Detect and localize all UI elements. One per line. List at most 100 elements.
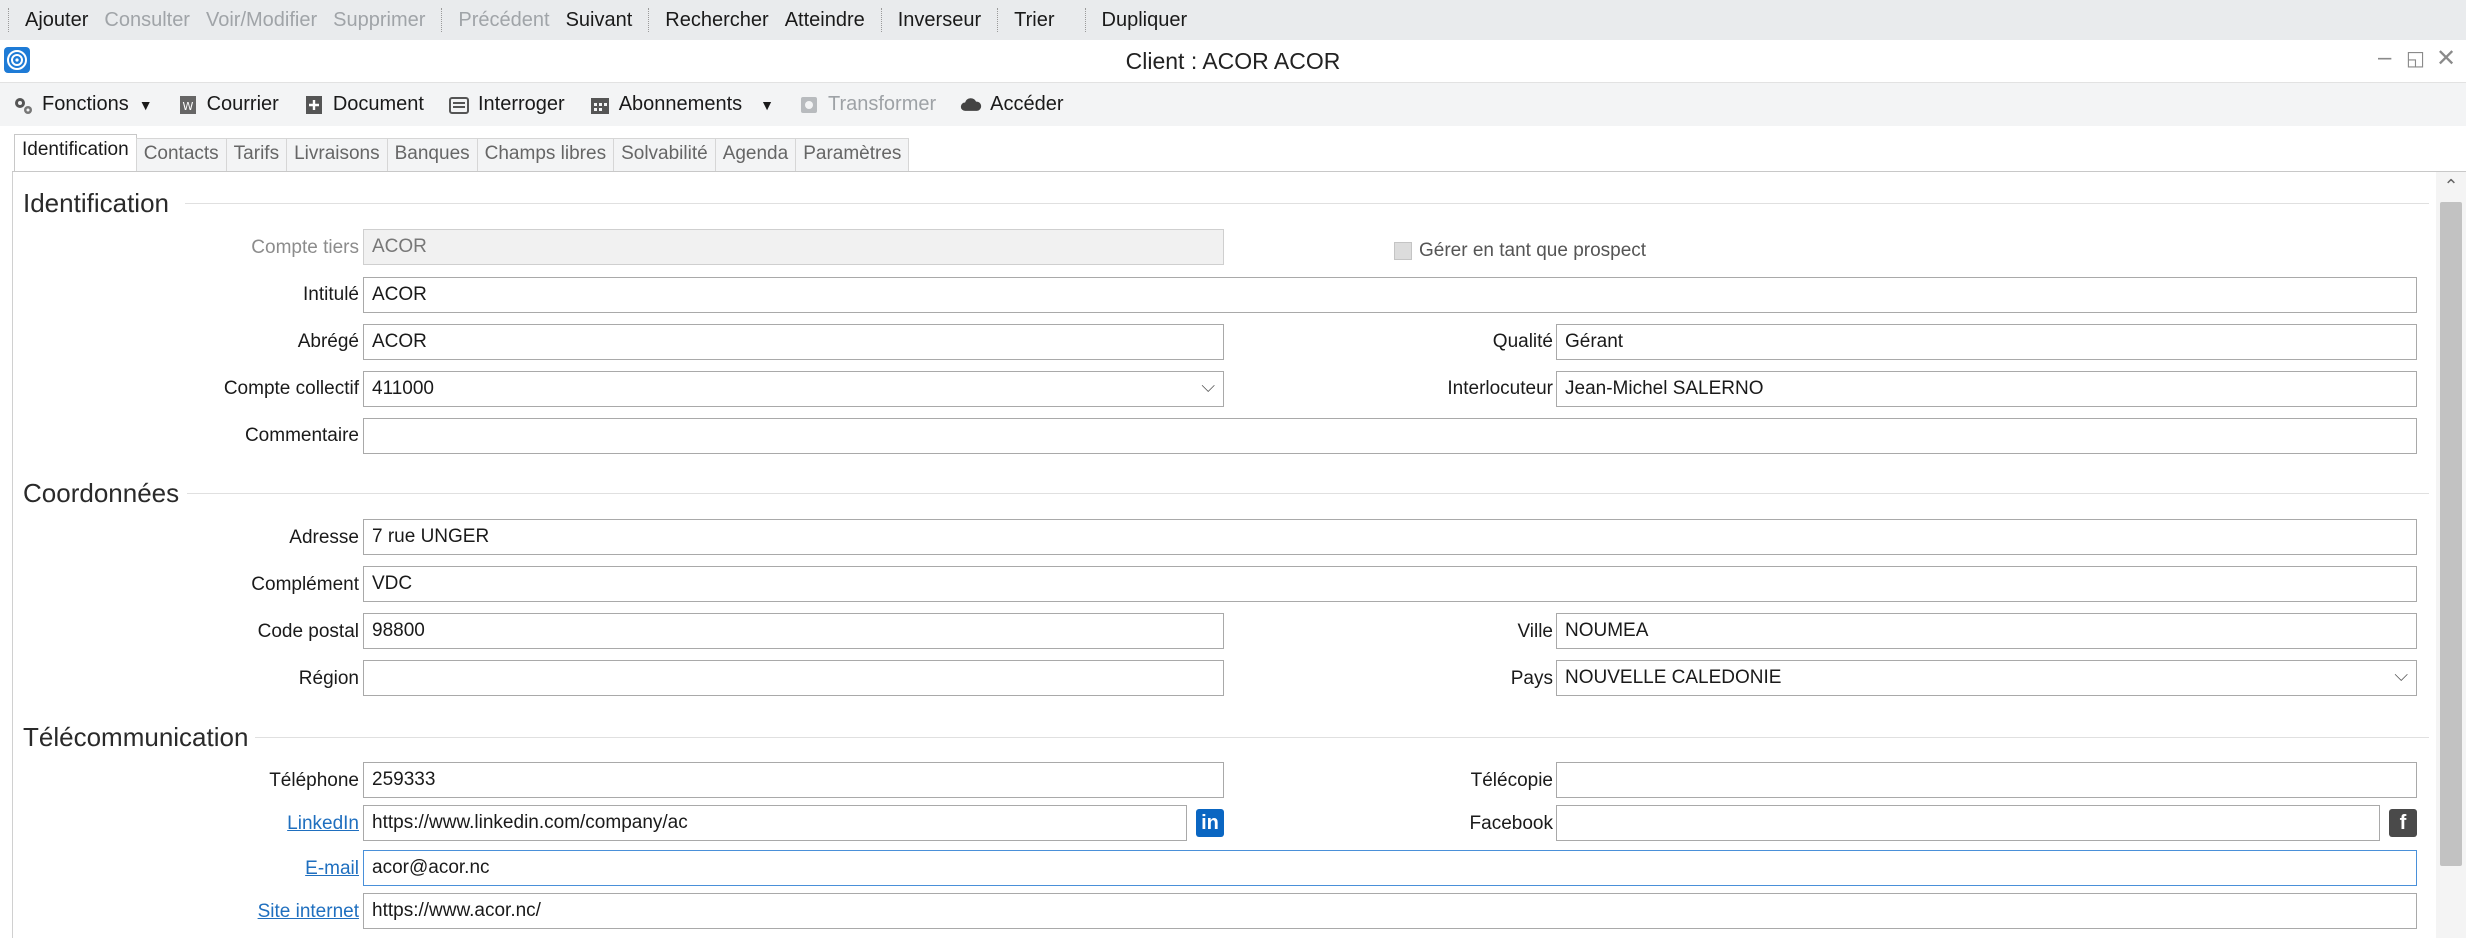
interroger-label: Interroger [477, 93, 565, 115]
document-label: Document [332, 93, 424, 115]
scroll-up-icon[interactable]: ⌃ [2440, 176, 2462, 198]
pays-select[interactable]: NOUVELLE CALEDONIE ⌵ [1556, 660, 2417, 696]
cloud-icon [960, 94, 982, 116]
ville-field[interactable]: NOUMEA [1556, 613, 2417, 649]
adresse-label: Adresse [289, 527, 359, 548]
tab-champs-libres[interactable]: Champs libres [476, 138, 615, 172]
chevron-down-icon[interactable]: ⌵ [2394, 665, 2408, 686]
ajouter-command[interactable]: Ajouter [17, 9, 96, 32]
tab-livraisons[interactable]: Livraisons [286, 138, 388, 172]
qualite-field[interactable]: Gérant [1556, 324, 2417, 360]
code-postal-label: Code postal [257, 621, 359, 642]
tab-contacts[interactable]: Contacts [135, 138, 227, 172]
fonctions-button[interactable]: Fonctions ▼ [0, 93, 165, 116]
adresse-field[interactable]: 7 rue UNGER [363, 519, 2417, 555]
telephone-field[interactable]: 259333 [363, 762, 1224, 798]
close-icon[interactable]: ✕ [2436, 44, 2456, 73]
acceder-label: Accéder [990, 93, 1064, 115]
suivant-command[interactable]: Suivant [558, 9, 641, 32]
telecopie-field[interactable] [1556, 762, 2417, 798]
compte-tiers-label: Compte tiers [251, 237, 359, 258]
telephone-label: Téléphone [269, 770, 359, 791]
section-title-telecommunication: Télécommunication [23, 722, 249, 752]
interlocuteur-field[interactable]: Jean-Michel SALERNO [1556, 371, 2417, 407]
qualite-label: Qualité [1492, 331, 1553, 352]
complement-label: Complément [251, 574, 359, 595]
complement-field[interactable]: VDC [363, 566, 2417, 602]
add-document-icon [303, 94, 325, 116]
region-field[interactable] [363, 660, 1224, 696]
separator [1084, 8, 1086, 32]
separator [880, 8, 882, 32]
tab-banques[interactable]: Banques [386, 138, 478, 172]
intitule-field[interactable]: ACOR [363, 277, 2417, 313]
trier-command[interactable]: Trier [1006, 9, 1062, 32]
linkedin-icon[interactable]: in [1196, 809, 1224, 837]
email-link[interactable]: E-mail [305, 858, 359, 880]
rechercher-command[interactable]: Rechercher [657, 9, 776, 32]
site-internet-field[interactable]: https://www.acor.nc/ [363, 893, 2417, 929]
tab-parametres[interactable]: Paramètres [795, 138, 910, 172]
acceder-button[interactable]: Accéder [948, 93, 1075, 116]
chevron-down-icon[interactable]: ⌵ [1201, 376, 1215, 397]
title-bar: Client : ACOR ACOR – ◱ ✕ [0, 40, 2466, 82]
dupliquer-command[interactable]: Dupliquer [1094, 9, 1196, 32]
commentaire-field[interactable] [363, 418, 2417, 454]
svg-text:W: W [182, 100, 193, 113]
separator [8, 8, 9, 32]
courrier-label: Courrier [206, 93, 279, 115]
ville-label: Ville [1517, 621, 1553, 642]
separator [997, 8, 999, 32]
tab-identification[interactable]: Identification [14, 134, 137, 172]
compte-collectif-select[interactable]: 411000 ⌵ [363, 371, 1224, 407]
gears-icon [12, 94, 34, 116]
compte-collectif-label: Compte collectif [223, 378, 359, 399]
compte-tiers-field: ACOR [363, 229, 1224, 265]
atteindre-command[interactable]: Atteindre [777, 9, 873, 32]
email-field[interactable]: acor@acor.nc [363, 850, 2417, 886]
minimize-icon[interactable]: – [2378, 44, 2391, 72]
linkedin-field[interactable]: https://www.linkedin.com/company/ac [363, 805, 1187, 841]
caret-down-icon: ▼ [760, 96, 774, 113]
inverseur-command[interactable]: Inverseur [890, 9, 989, 32]
separator [648, 8, 650, 32]
calendar-icon [589, 94, 611, 116]
linkedin-link[interactable]: LinkedIn [287, 813, 359, 835]
abrege-field[interactable]: ACOR [363, 324, 1224, 360]
restore-icon[interactable]: ◱ [2406, 46, 2425, 71]
toolbar: Fonctions ▼ W Courrier Document Interrog… [0, 82, 2466, 126]
precedent-command: Précédent [458, 8, 550, 31]
facebook-label: Facebook [1469, 813, 1553, 834]
abonnements-label: Abonnements [618, 93, 743, 115]
tab-tarifs[interactable]: Tarifs [225, 138, 288, 172]
separator [441, 8, 443, 32]
code-postal-field[interactable]: 98800 [363, 613, 1224, 649]
voir-modifier-command: Voir/Modifier [205, 8, 318, 31]
prospect-checkbox [1394, 242, 1412, 260]
tab-solvabilite[interactable]: Solvabilité [613, 138, 716, 172]
compte-collectif-value: 411000 [372, 378, 434, 399]
section-title-coordonnees: Coordonnées [23, 478, 180, 508]
commentaire-label: Commentaire [244, 425, 359, 446]
transformer-button: Transformer [786, 93, 948, 116]
tab-agenda[interactable]: Agenda [714, 138, 797, 172]
window-title: Client : ACOR ACOR [1125, 48, 1341, 74]
telecopie-label: Télécopie [1470, 770, 1553, 791]
facebook-field[interactable] [1556, 805, 2380, 841]
section-divider [255, 737, 2429, 738]
abonnements-button[interactable]: Abonnements ▼ [577, 93, 786, 116]
scrollbar-thumb[interactable] [2440, 202, 2462, 866]
document-button[interactable]: Document [291, 93, 436, 116]
tab-strip: Identification Contacts Tarifs Livraison… [14, 134, 910, 172]
interroger-button[interactable]: Interroger [436, 93, 577, 116]
fonctions-label: Fonctions [42, 93, 129, 115]
consulter-command: Consulter [104, 8, 190, 31]
interlocuteur-label: Interlocuteur [1447, 378, 1553, 399]
courrier-button[interactable]: W Courrier [165, 93, 291, 116]
prospect-label: Gérer en tant que prospect [1419, 240, 1647, 261]
abrege-label: Abrégé [297, 331, 359, 352]
transform-icon [798, 94, 820, 116]
facebook-icon[interactable]: f [2389, 809, 2417, 837]
site-internet-link[interactable]: Site internet [258, 901, 359, 923]
command-bar: Ajouter Consulter Voir/Modifier Supprime… [0, 0, 2466, 40]
